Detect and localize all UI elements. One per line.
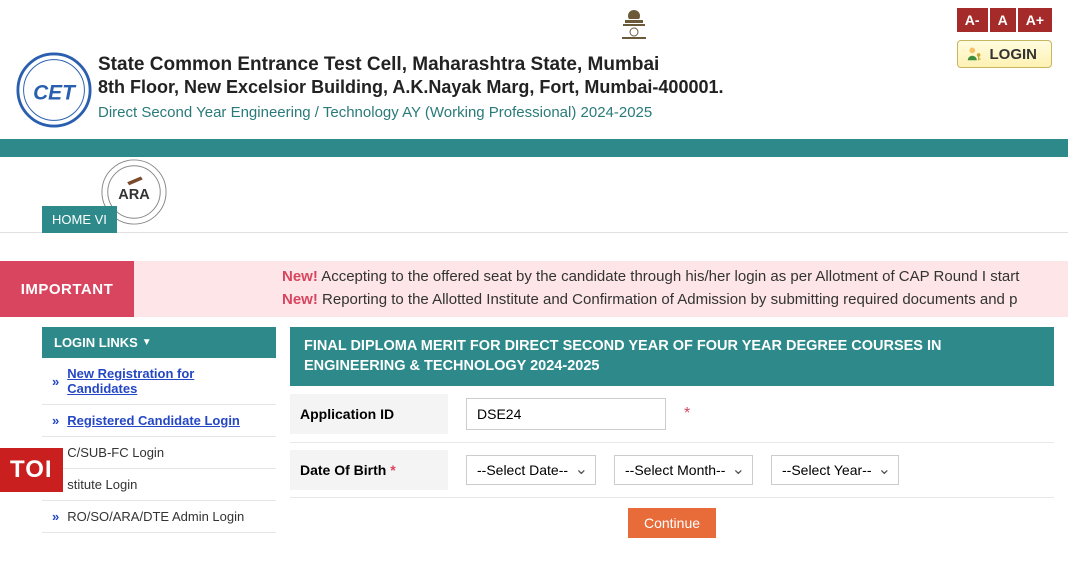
sidebar-link[interactable]: stitute Login (67, 477, 137, 492)
font-decrease-button[interactable]: A- (957, 8, 988, 32)
required-mark: * (390, 462, 395, 478)
sidebar-list: » New Registration for Candidates » Regist… (42, 358, 276, 533)
spacer (0, 233, 1068, 261)
national-emblem (216, 8, 1052, 48)
login-button[interactable]: LOGIN (957, 40, 1053, 68)
important-notices-bar: IMPORTANT New! Accepting to the offered … (0, 261, 1068, 317)
dob-month-select[interactable]: --Select Month-- (614, 455, 753, 485)
application-id-row: Application ID * (290, 386, 1054, 443)
chevron-right-icon: » (52, 509, 59, 524)
sidebar-link[interactable]: RO/SO/ARA/DTE Admin Login (67, 509, 244, 524)
new-badge: New! (282, 291, 318, 308)
panel-title: FINAL DIPLOMA MERIT FOR DIRECT SECOND YE… (290, 327, 1054, 386)
page-header: A- A A+ LOGIN CET State Common Entrance … (0, 0, 1068, 137)
sidebar-item-fc-login[interactable]: »C/SUB-FC Login (42, 437, 276, 469)
dob-year-select[interactable]: --Select Year-- (771, 455, 899, 485)
continue-button[interactable]: Continue (628, 508, 716, 538)
sidebar-header-label: LOGIN LINKS (54, 335, 138, 350)
chevron-right-icon: » (52, 374, 59, 389)
font-increase-button[interactable]: A+ (1018, 8, 1052, 32)
header-brand-row: CET State Common Entrance Test Cell, Mah… (16, 52, 1052, 133)
ara-logo-row: ARA HOME VI (0, 157, 1068, 233)
application-id-label: Application ID (290, 394, 448, 434)
font-normal-button[interactable]: A (990, 8, 1016, 32)
page-subtitle: Direct Second Year Engineering / Technol… (98, 104, 1052, 121)
organization-address: 8th Floor, New Excelsior Building, A.K.N… (98, 77, 1052, 98)
dob-row: Date Of Birth * --Select Date-- --Select… (290, 443, 1054, 498)
top-teal-band (0, 139, 1068, 157)
svg-text:CET: CET (33, 82, 77, 105)
font-size-controls: A- A A+ (957, 8, 1052, 32)
home-tab[interactable]: HOME VI (42, 206, 117, 233)
caret-down-icon: ▼ (142, 337, 152, 348)
sidebar-link[interactable]: Registered Candidate Login (67, 413, 240, 428)
chevron-right-icon: » (52, 413, 59, 428)
important-label: IMPORTANT (0, 261, 134, 317)
notice-line-1: Accepting to the offered seat by the can… (321, 268, 1019, 285)
main-content-row: LOGIN LINKS ▼ » New Registration for Cand… (0, 317, 1068, 548)
notices-marquee: New! Accepting to the offered seat by th… (134, 261, 1068, 317)
sidebar-item-registered-login[interactable]: » Registered Candidate Login (42, 405, 276, 437)
required-mark: * (684, 405, 690, 423)
merit-form-panel: FINAL DIPLOMA MERIT FOR DIRECT SECOND YE… (290, 327, 1054, 548)
svg-text:ARA: ARA (118, 187, 150, 203)
notice-line-2: Reporting to the Allotted Institute and … (322, 291, 1017, 308)
cet-logo: CET (16, 52, 92, 133)
dob-label: Date Of Birth * (290, 450, 448, 490)
toi-watermark: TOI (0, 448, 63, 492)
sidebar-item-institute-login[interactable]: »stitute Login (42, 469, 276, 501)
sidebar-header[interactable]: LOGIN LINKS ▼ (42, 327, 276, 358)
login-label: LOGIN (990, 46, 1038, 63)
submit-row: Continue (290, 498, 1054, 548)
application-id-input[interactable] (466, 398, 666, 430)
new-badge: New! (282, 268, 318, 285)
sidebar-item-new-registration[interactable]: » New Registration for Candidates (42, 358, 276, 405)
dob-date-select[interactable]: --Select Date-- (466, 455, 596, 485)
sidebar-item-admin-login[interactable]: » RO/SO/ARA/DTE Admin Login (42, 501, 276, 533)
sidebar-link[interactable]: New Registration for Candidates (67, 366, 266, 396)
person-key-icon (966, 45, 984, 63)
organization-name: State Common Entrance Test Cell, Maharas… (98, 54, 1052, 76)
login-links-sidebar: LOGIN LINKS ▼ » New Registration for Cand… (42, 327, 276, 548)
sidebar-link[interactable]: C/SUB-FC Login (67, 445, 164, 460)
